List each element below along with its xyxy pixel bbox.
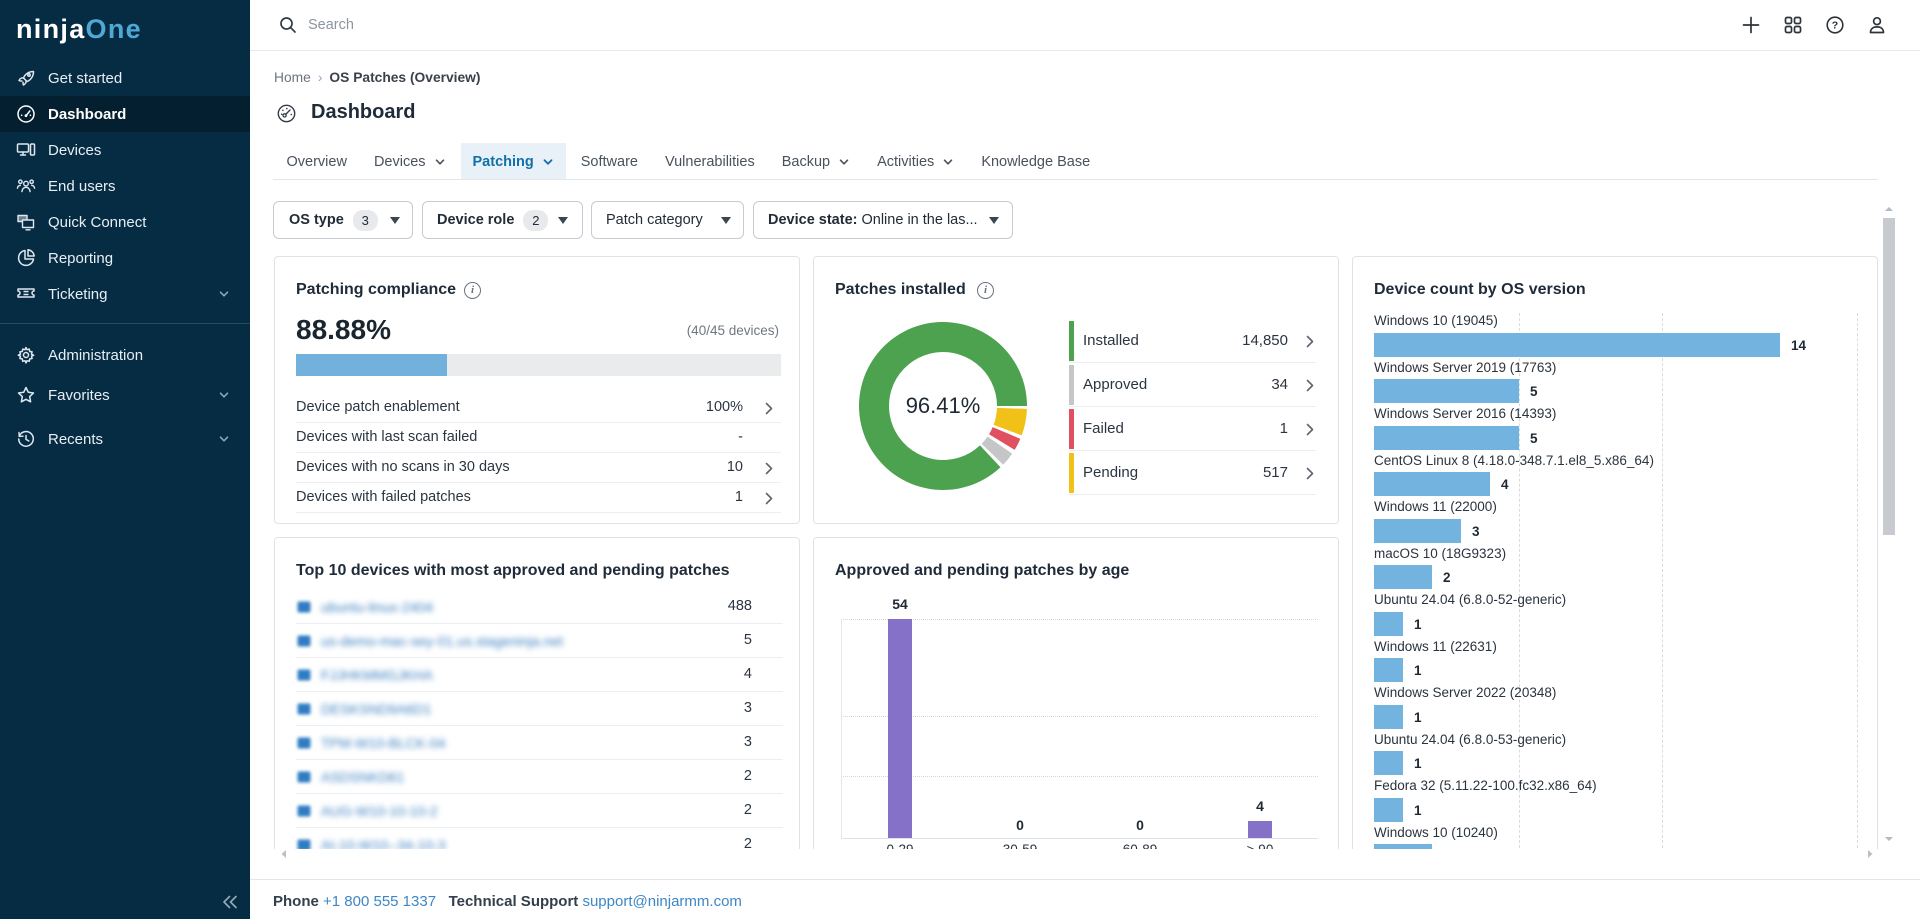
svg-text:?: ? bbox=[1832, 19, 1838, 31]
